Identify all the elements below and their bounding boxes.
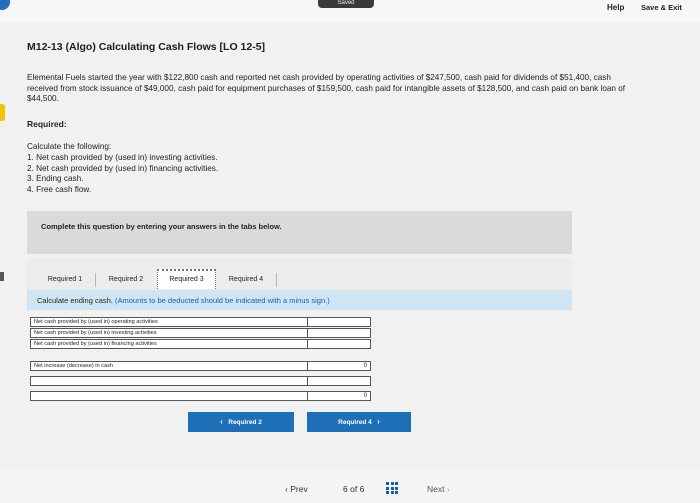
saved-indicator: Saved [318, 0, 374, 8]
hint-note: (Amounts to be deducted should be indica… [114, 296, 330, 305]
requirements-intro: Calculate the following: [27, 142, 112, 151]
prev-page-button[interactable]: ‹ Prev [285, 484, 308, 494]
chevron-right-icon: › [377, 417, 380, 426]
prev-required-label: Required 2 [228, 419, 262, 426]
page-current: 6 [343, 484, 348, 494]
page-title: M12-13 (Algo) Calculating Cash Flows [LO… [27, 41, 266, 53]
requirement-item: 2. Net cash provided by (used in) financ… [27, 163, 219, 173]
requirements-list: Calculate the following: 1. Net cash pro… [27, 142, 218, 196]
row-label: Net cash provided by (used in) investing… [34, 330, 157, 336]
save-exit-link[interactable]: Save & Exit [641, 3, 682, 12]
tab-required-3[interactable]: Required 3 [157, 269, 216, 289]
requirement-item: 4. Free cash flow. [27, 185, 92, 195]
page-of: of [350, 484, 358, 494]
footer-nav: ‹ Prev 6 of 6 Next › [0, 470, 700, 503]
tab-required-1[interactable]: Required 1 [35, 271, 95, 289]
amount-total: 0 [307, 361, 371, 371]
row-label: Net cash provided by (used in) financing… [34, 341, 157, 347]
tab-divider [276, 273, 277, 287]
edge-marker [0, 272, 4, 281]
table-row: Net cash provided by (used in) operating… [30, 317, 371, 327]
amount-input[interactable] [307, 376, 371, 386]
hint-text: Calculate ending cash. (Amounts to be de… [37, 296, 330, 305]
table-row[interactable] [30, 376, 371, 386]
instruction-text: Complete this question by entering your … [41, 222, 282, 231]
row-label: Net cash provided by (used in) operating… [34, 319, 158, 325]
chevron-left-icon: ‹ [220, 417, 223, 426]
next-required-button[interactable]: Required 4 › [307, 412, 411, 432]
row-label: Net increase (decrease) in cash [34, 363, 113, 369]
instruction-bar: Complete this question by entering your … [27, 211, 572, 254]
table-row: Net increase (decrease) in cash 0 [30, 361, 371, 371]
requirement-item: 1. Net cash provided by (used in) invest… [27, 152, 218, 162]
hint-bar: Calculate ending cash. (Amounts to be de… [27, 290, 572, 310]
tab-bar: Required 1 Required 2 Required 3 Require… [27, 258, 572, 290]
requirement-item: 3. Ending cash. [27, 174, 84, 184]
amount-value: 0 [363, 393, 367, 399]
help-link[interactable]: Help [607, 3, 624, 12]
prev-page-label: Prev [290, 484, 308, 494]
page-indicator: 6 of 6 [343, 484, 364, 494]
table-row: Net cash provided by (used in) investing… [30, 328, 371, 338]
next-page-label: Next [427, 484, 445, 494]
next-required-label: Required 4 [338, 419, 372, 426]
table-row[interactable]: 0 [30, 391, 371, 401]
grid-icon[interactable] [386, 482, 398, 494]
info-icon[interactable] [0, 0, 10, 10]
required-heading: Required: [27, 119, 67, 129]
tab-required-4[interactable]: Required 4 [216, 271, 276, 289]
amount-input[interactable] [307, 317, 371, 327]
amount-value: 0 [363, 363, 367, 369]
amount-total: 0 [307, 391, 371, 401]
table-row: Net cash provided by (used in) financing… [30, 339, 371, 349]
flag-marker [0, 104, 5, 121]
hint-main: Calculate ending cash. [37, 296, 113, 305]
prev-required-button[interactable]: ‹ Required 2 [188, 412, 294, 432]
amount-input[interactable] [307, 328, 371, 338]
amount-input[interactable] [307, 339, 371, 349]
chevron-left-icon: ‹ [285, 484, 288, 494]
next-page-button[interactable]: Next › [427, 484, 450, 494]
page-total: 6 [359, 484, 365, 494]
top-bar: Saved Help Save & Exit [0, 0, 700, 22]
tab-required-2[interactable]: Required 2 [96, 271, 156, 289]
chevron-right-icon: › [446, 484, 450, 494]
problem-paragraph: Elemental Fuels started the year with $1… [27, 73, 626, 103]
